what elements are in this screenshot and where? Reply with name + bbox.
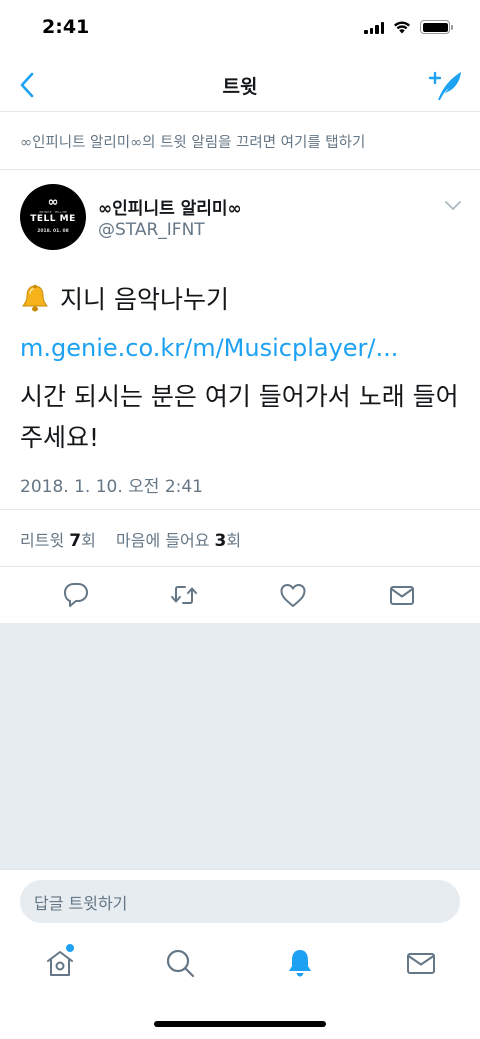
status-bar: 2:41 [0, 0, 480, 58]
reply-bar: 답글 트윗하기 [0, 869, 480, 933]
display-name[interactable]: ∞인피니트 알리미∞ [98, 194, 242, 219]
notifications-icon[interactable] [284, 947, 316, 979]
messages-icon[interactable] [405, 947, 437, 979]
likes-stat[interactable]: 마음에 들어요 3회 [116, 531, 242, 551]
likes-unit: 회 [226, 531, 242, 550]
tweet-link[interactable]: m.genie.co.kr/m/Musicplayer/... [20, 334, 398, 362]
battery-icon [420, 20, 453, 34]
page-title: 트윗 [222, 76, 258, 98]
retweet-icon[interactable] [170, 581, 198, 609]
user-handle[interactable]: @STAR_IFNT [98, 220, 205, 240]
status-icons [364, 20, 453, 34]
status-time: 2:41 [42, 16, 90, 38]
tweet-body: 시간 되시는 분은 여기 들어가서 노래 들어주세요! [20, 382, 459, 452]
avatar[interactable]: ∞ INFINITE · TELL ME TELL ME 2018. 01. 0… [20, 184, 86, 250]
retweets-unit: 회 [81, 531, 96, 550]
tweet-line-1: 지니 음악나누기 [20, 280, 229, 316]
dm-icon[interactable] [388, 581, 416, 609]
replies-area [0, 623, 480, 869]
compose-tweet-button[interactable] [428, 68, 464, 102]
retweets-label: 리트윗 [20, 531, 65, 550]
tweet-line-1-text: 지니 음악나누기 [60, 285, 229, 314]
search-icon[interactable] [164, 947, 196, 979]
home-notification-dot [66, 944, 74, 952]
tweet-timestamp: 2018. 1. 10. 오전 2:41 [20, 477, 203, 497]
bell-emoji-icon [22, 284, 48, 312]
tab-bar [0, 933, 480, 995]
avatar-title: TELL ME [30, 214, 76, 224]
likes-count: 3 [214, 531, 227, 551]
tweet-actions [0, 567, 480, 623]
avatar-logo: ∞ [47, 195, 59, 210]
reply-input[interactable]: 답글 트윗하기 [20, 880, 460, 923]
tweet-stats: 리트윗 7회 마음에 들어요 3회 [0, 509, 480, 567]
likes-label: 마음에 들어요 [116, 531, 210, 550]
avatar-date: 2018. 01. 08 [37, 229, 69, 234]
like-icon[interactable] [279, 581, 307, 609]
retweets-count: 7 [69, 531, 82, 551]
retweets-stat[interactable]: 리트윗 7회 [20, 531, 96, 551]
reply-icon[interactable] [62, 581, 90, 609]
cellular-signal-icon [364, 21, 384, 34]
navigation-bar: 트윗 [0, 58, 480, 112]
chevron-down-icon[interactable] [444, 198, 462, 212]
home-indicator [154, 1021, 326, 1027]
wifi-icon [394, 21, 410, 34]
notification-hint[interactable]: ∞인피니트 알리미∞의 트윗 알림을 끄려면 여기를 탭하기 [0, 112, 480, 170]
